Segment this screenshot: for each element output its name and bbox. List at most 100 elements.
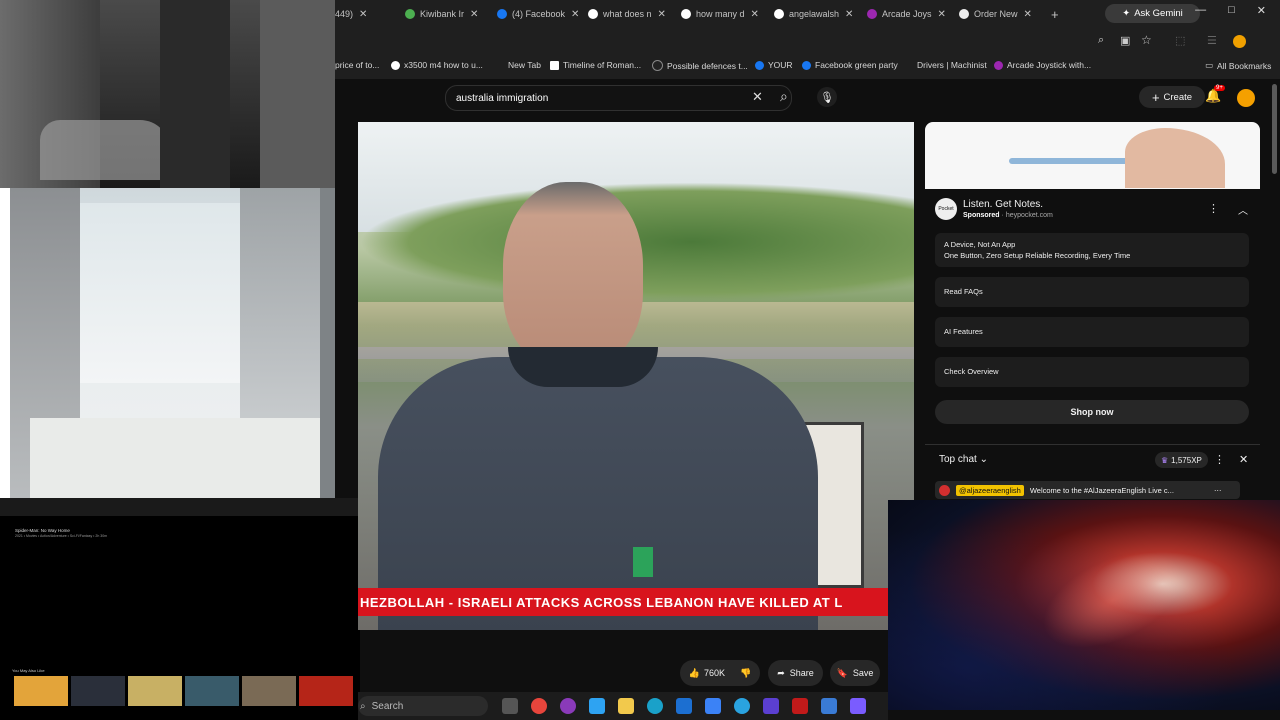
pinned-message[interactable]: @aljazeeraenglish Welcome to the #AlJaze…: [935, 481, 1240, 499]
ad-banner-image[interactable]: [925, 122, 1260, 189]
ad-row[interactable]: Check Overview: [935, 357, 1249, 387]
more-options-icon[interactable]: ⋮: [1214, 453, 1225, 466]
create-button[interactable]: + Create: [1139, 86, 1205, 108]
bookmark-item[interactable]: Arcade Joystick with...: [994, 60, 1091, 70]
bookmark-item[interactable]: price of to...: [335, 60, 379, 70]
collar: [508, 347, 658, 387]
ad-title[interactable]: Listen. Get Notes.: [963, 199, 1043, 210]
all-bookmarks-button[interactable]: ▭ All Bookmarks: [1205, 60, 1271, 71]
zoom-icon[interactable]: ⌕: [1098, 34, 1104, 47]
ad-row[interactable]: A Device, Not An App One Button, Zero Se…: [935, 233, 1249, 267]
edge-icon[interactable]: [647, 698, 663, 714]
app-icon[interactable]: [821, 698, 837, 714]
task-view-icon[interactable]: [502, 698, 518, 714]
tab[interactable]: angelawalsh ✕: [774, 4, 864, 24]
bookmark-item[interactable]: Timeline of Roman...: [550, 60, 641, 70]
close-icon[interactable]: ✕: [658, 9, 666, 20]
account-avatar[interactable]: [1237, 89, 1255, 107]
collapse-icon[interactable]: ︿: [1238, 202, 1248, 217]
chrome-icon[interactable]: [531, 698, 547, 714]
facebook-icon: [755, 60, 764, 70]
close-icon[interactable]: ✕: [1239, 453, 1248, 466]
bookmark-item[interactable]: Possible defences t...: [652, 60, 748, 71]
tab[interactable]: Order New ✕: [959, 4, 1049, 24]
search-icon[interactable]: ⌕: [780, 88, 788, 105]
telegram-icon[interactable]: [734, 698, 750, 714]
poster[interactable]: [185, 676, 239, 706]
xp-badge[interactable]: ♛ 1,575XP: [1155, 452, 1208, 468]
close-icon[interactable]: ✕: [359, 9, 367, 20]
video-player[interactable]: [358, 122, 914, 630]
close-icon[interactable]: ✕: [845, 9, 853, 20]
app-icon[interactable]: [560, 698, 576, 714]
profile-avatar[interactable]: [1233, 35, 1246, 48]
tab[interactable]: Kiwibank Ir ✕: [405, 4, 495, 24]
poster[interactable]: [71, 676, 125, 706]
app-icon[interactable]: [763, 698, 779, 714]
tab[interactable]: how many d ✕: [681, 4, 771, 24]
live-chat: Top chat ⌄ ♛ 1,575XP ⋮ ✕ @aljazeeraengli…: [925, 444, 1260, 501]
app-icon[interactable]: [850, 698, 866, 714]
google-icon: [774, 9, 784, 19]
search-icon: ⌕: [360, 700, 366, 712]
bookmark-item[interactable]: x3500 m4 how to u...: [391, 60, 483, 70]
poster[interactable]: [299, 676, 353, 706]
shop-now-label: Shop now: [1070, 407, 1114, 417]
tab[interactable]: what does n ✕: [588, 4, 678, 24]
taskbar-search[interactable]: ⌕ Search: [358, 696, 488, 716]
voice-search-icon[interactable]: 🎙: [817, 87, 837, 107]
search-input[interactable]: [454, 91, 738, 105]
new-tab-button[interactable]: +: [1051, 4, 1065, 24]
more-options-icon[interactable]: ⋮: [1208, 202, 1219, 215]
app-icon[interactable]: [792, 698, 808, 714]
menu-icon[interactable]: ☰: [1207, 34, 1217, 47]
ask-gemini-label: Ask Gemini: [1134, 8, 1183, 19]
app-icon[interactable]: [705, 698, 721, 714]
maximize-button[interactable]: □: [1228, 4, 1235, 17]
cast-icon[interactable]: ▣: [1120, 34, 1130, 47]
notifications-button[interactable]: 🔔 9+: [1205, 85, 1225, 104]
copilot-icon[interactable]: [589, 698, 605, 714]
ad-row[interactable]: AI Features: [935, 317, 1249, 347]
poster[interactable]: [242, 676, 296, 706]
tab[interactable]: (4) Facebook ✕: [497, 4, 587, 24]
ad-logo-text: Pocket: [938, 206, 954, 212]
shop-now-button[interactable]: Shop now: [935, 400, 1249, 424]
close-icon[interactable]: ✕: [938, 9, 946, 20]
bookmark-item[interactable]: New Tab: [508, 60, 541, 70]
bookmark-label: Drivers | Machinist: [917, 60, 987, 70]
app-icon[interactable]: [676, 698, 692, 714]
page-scrollbar[interactable]: [1272, 84, 1277, 174]
notification-badge: 9+: [1214, 85, 1225, 91]
save-button[interactable]: 🔖 Save: [830, 660, 880, 686]
extensions-icon[interactable]: ⬚: [1175, 34, 1185, 47]
close-icon[interactable]: ✕: [751, 9, 759, 20]
top-chat-dropdown[interactable]: Top chat ⌄: [939, 454, 988, 465]
clear-search-icon[interactable]: ✕: [752, 89, 763, 105]
poster[interactable]: [128, 676, 182, 706]
ask-gemini-button[interactable]: ✦ Ask Gemini: [1105, 4, 1200, 23]
like-button[interactable]: 👍 760K: [689, 668, 725, 679]
poster[interactable]: [14, 676, 68, 706]
share-button[interactable]: ➦ Share: [768, 660, 823, 686]
bookmark-item[interactable]: Drivers | Machinist: [917, 60, 987, 70]
tab[interactable]: Arcade Joys ✕: [867, 4, 957, 24]
minimize-button[interactable]: —: [1195, 4, 1206, 17]
google-icon: [391, 60, 400, 70]
facebook-icon: [497, 9, 507, 19]
file-explorer-icon[interactable]: [618, 698, 634, 714]
close-icon[interactable]: ✕: [571, 9, 579, 20]
tab[interactable]: 449) ✕: [335, 4, 397, 24]
facebook-icon: [802, 60, 811, 70]
dislike-button[interactable]: 👎: [740, 668, 751, 679]
bookmark-star-icon[interactable]: ☆: [1141, 33, 1152, 47]
pinned-author: @aljazeeraenglish: [956, 484, 1024, 496]
close-window-button[interactable]: ✕: [1257, 4, 1266, 17]
more-options-icon[interactable]: ⋯: [1214, 486, 1222, 495]
sponsored-label: Sponsored: [963, 212, 1000, 219]
bookmark-item[interactable]: YOUR: [755, 60, 793, 70]
ad-row[interactable]: Read FAQs: [935, 277, 1249, 307]
bookmark-item[interactable]: Facebook green party: [802, 60, 898, 70]
close-icon[interactable]: ✕: [1024, 9, 1032, 20]
close-icon[interactable]: ✕: [470, 9, 478, 20]
